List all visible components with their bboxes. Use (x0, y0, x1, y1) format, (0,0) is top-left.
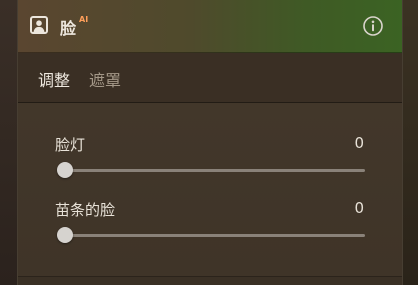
info-icon[interactable] (362, 15, 384, 37)
mode-tabs: 调整 遮罩 (18, 53, 402, 103)
slider-track-slim-face[interactable] (63, 234, 365, 237)
slider-label-slim-face: 苗条的脸 (55, 201, 116, 219)
face-portrait-icon (30, 16, 48, 34)
slider-track-face-light[interactable] (63, 169, 365, 172)
background-left (0, 0, 18, 285)
slider-section: 脸灯 0 苗条的脸 0 (18, 103, 402, 277)
slider-thumb-face-light[interactable] (57, 162, 73, 178)
slider-value-face-light[interactable]: 0 (354, 134, 364, 152)
slider-value-slim-face[interactable]: 0 (354, 199, 364, 217)
panel-header[interactable]: 脸 AI (18, 0, 402, 53)
tab-adjust[interactable]: 调整 (38, 67, 70, 91)
panel-title: 脸 (60, 19, 77, 38)
background-right (401, 0, 418, 285)
tab-mask[interactable]: 遮罩 (89, 67, 121, 91)
ai-badge: AI (79, 15, 89, 24)
panel-footer-edge (18, 277, 402, 285)
slider-label-face-light: 脸灯 (55, 136, 86, 154)
face-adjust-panel: 脸 AI 调整 遮罩 脸灯 0 苗条的脸 0 (17, 0, 403, 285)
slider-thumb-slim-face[interactable] (57, 227, 73, 243)
